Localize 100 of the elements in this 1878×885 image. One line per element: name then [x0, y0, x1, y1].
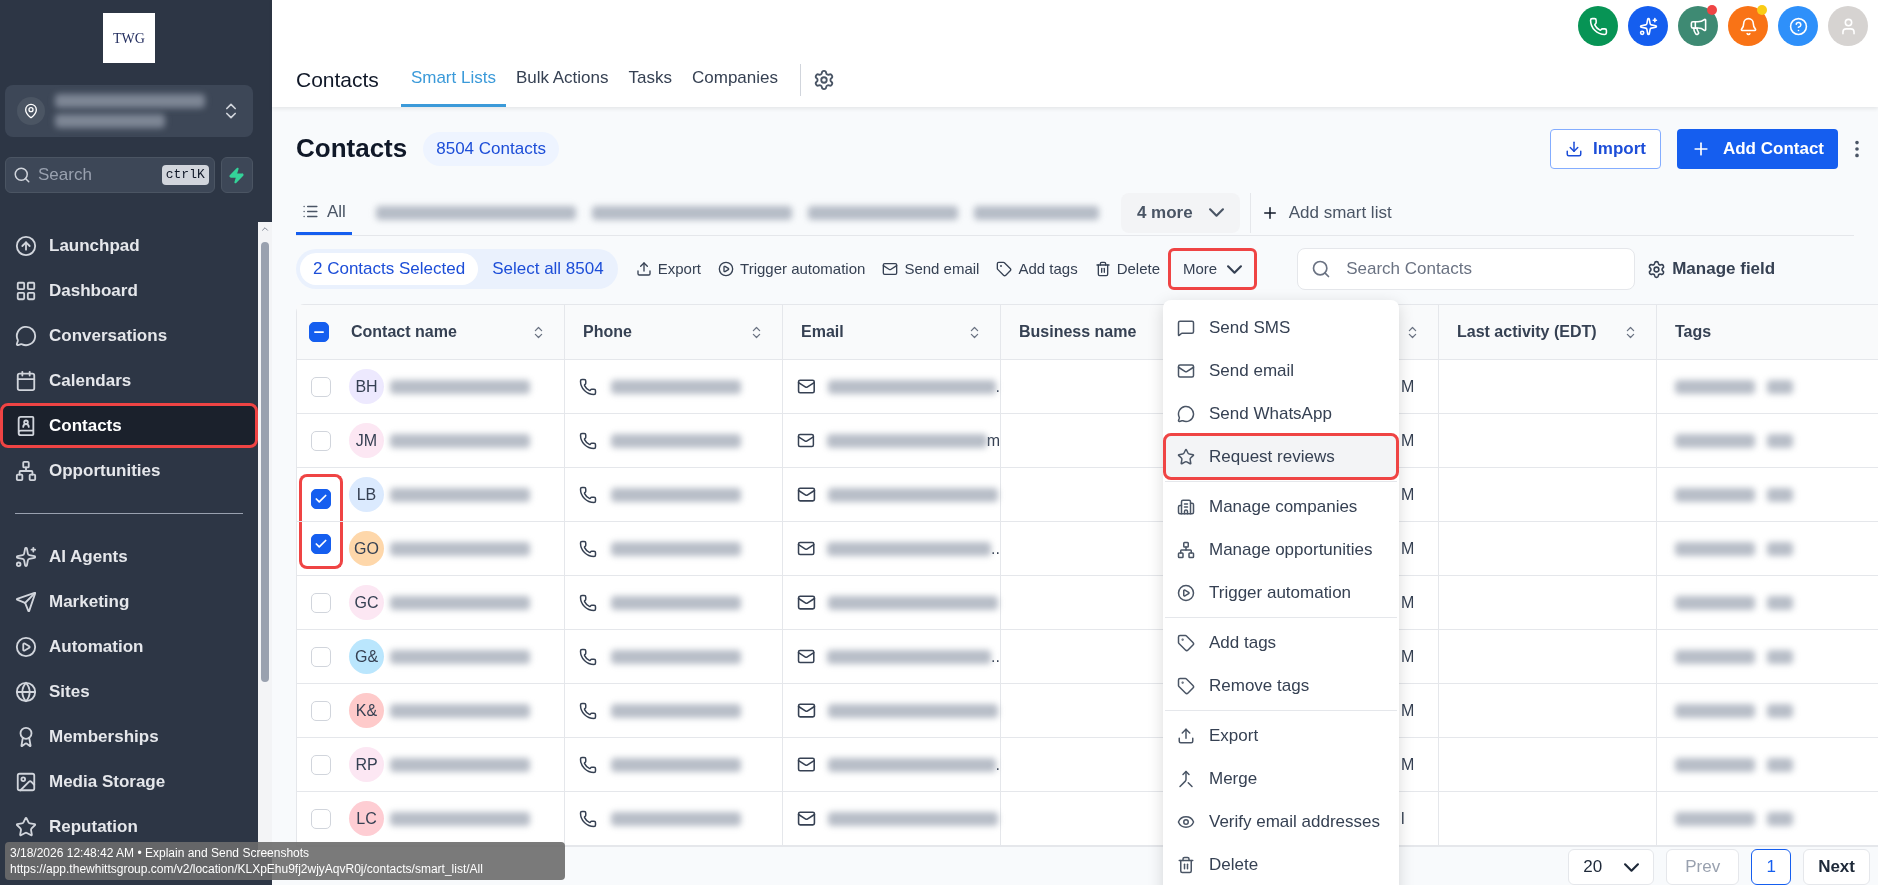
- star-icon: [1177, 447, 1195, 466]
- phone-icon: [579, 755, 597, 774]
- scroll-up-icon[interactable]: [260, 224, 270, 234]
- nav-item[interactable]: Media Storage: [0, 759, 258, 804]
- tag-icon: [996, 261, 1013, 277]
- address-book-icon: [15, 414, 37, 437]
- column-header[interactable]: Phone: [583, 320, 632, 344]
- chat-bubble-icon: [15, 324, 37, 347]
- menu-item[interactable]: Add tags: [1165, 621, 1397, 664]
- phone-icon: [579, 539, 597, 558]
- nav-item[interactable]: Marketing: [0, 579, 258, 624]
- select-all-link[interactable]: Select all 8504: [492, 256, 604, 282]
- add-smart-list-button[interactable]: Add smart list: [1260, 200, 1392, 226]
- blurred-tag: [1767, 433, 1793, 448]
- nav-item[interactable]: Sites: [0, 669, 258, 714]
- table-cell-text: M: [1401, 592, 1415, 613]
- header-icon-button[interactable]: [1628, 6, 1668, 46]
- nav-item[interactable]: Automation: [0, 624, 258, 669]
- header-icon-button[interactable]: [1778, 6, 1818, 46]
- nav-item[interactable]: Opportunities: [0, 448, 258, 493]
- menu-item[interactable]: Merge: [1165, 757, 1397, 800]
- column-header[interactable]: Tags: [1675, 320, 1712, 344]
- trash-icon: [1177, 855, 1195, 874]
- module-title: Contacts: [296, 66, 379, 93]
- network-icon: [15, 459, 37, 482]
- menu-item[interactable]: Send WhatsApp: [1165, 392, 1397, 435]
- chat-bubble-icon: [1177, 404, 1195, 423]
- nav-item[interactable]: Conversations: [0, 313, 258, 358]
- nav-item[interactable]: Calendars: [0, 358, 258, 403]
- message-icon: [1177, 318, 1195, 337]
- nav-item[interactable]: Memberships: [0, 714, 258, 759]
- module-tab[interactable]: Companies: [682, 52, 788, 107]
- menu-item[interactable]: Request reviews: [1165, 435, 1397, 478]
- bell-icon: [1738, 16, 1758, 36]
- nav-item[interactable]: Dashboard: [0, 268, 258, 313]
- import-button[interactable]: Import: [1550, 128, 1661, 169]
- add-contact-button[interactable]: Add Contact: [1676, 128, 1838, 169]
- bulk-action-button[interactable]: Delete: [1094, 257, 1160, 281]
- settings-icon[interactable]: [813, 68, 835, 91]
- menu-item[interactable]: Send SMS: [1165, 306, 1397, 349]
- mail-icon: [797, 809, 816, 828]
- upload-icon: [635, 261, 652, 277]
- sparkle-icon: [1638, 16, 1658, 36]
- bulk-action-button[interactable]: Export: [635, 257, 702, 281]
- phone-icon: [579, 377, 597, 396]
- grid-icon: [15, 279, 37, 302]
- menu-item[interactable]: Send email: [1165, 349, 1397, 392]
- select-all-checkbox[interactable]: [309, 322, 329, 342]
- more-lists-button[interactable]: 4 more: [1120, 192, 1240, 233]
- launch-icon: [15, 234, 37, 257]
- menu-item[interactable]: Remove tags: [1165, 664, 1397, 707]
- tag-icon: [1177, 633, 1195, 652]
- header-icon-button[interactable]: [1578, 6, 1618, 46]
- quick-action-button[interactable]: [220, 157, 253, 193]
- calendar-icon: [15, 369, 37, 392]
- mail-icon: [797, 539, 816, 558]
- phone-icon: [1588, 16, 1608, 36]
- account-switcher[interactable]: [5, 85, 253, 137]
- phone-icon: [579, 809, 597, 828]
- search-icon: [13, 166, 31, 184]
- menu-item[interactable]: Manage companies: [1165, 485, 1397, 528]
- page-button[interactable]: 1: [1751, 849, 1792, 885]
- column-header[interactable]: Last activity (EDT): [1457, 320, 1597, 344]
- smart-list-tab[interactable]: All: [296, 190, 352, 235]
- contacts-search-field[interactable]: Search Contacts: [1297, 248, 1636, 290]
- mail-icon: [1177, 361, 1195, 380]
- table-cell-text: M: [1401, 538, 1415, 559]
- module-tab[interactable]: Bulk Actions: [505, 52, 619, 107]
- menu-item[interactable]: Export: [1165, 714, 1397, 757]
- page-size-select[interactable]: 20: [1568, 849, 1655, 885]
- header-icon-button[interactable]: [1678, 6, 1718, 46]
- manage-fields-button[interactable]: Manage field: [1647, 256, 1776, 282]
- table-cell-text: M: [1401, 754, 1415, 775]
- column-header[interactable]: Business name: [1019, 320, 1137, 344]
- header-icon-button[interactable]: [1728, 6, 1768, 46]
- module-tab[interactable]: Tasks: [618, 52, 682, 107]
- nav-item[interactable]: Launchpad: [0, 223, 258, 268]
- sparkle-icon: [15, 545, 37, 568]
- mail-icon: [797, 593, 816, 612]
- bulk-action-button[interactable]: Add tags: [996, 257, 1078, 281]
- bulk-action-button[interactable]: Trigger automation: [718, 257, 866, 281]
- mail-icon: [797, 701, 816, 720]
- column-header[interactable]: Contact name: [351, 320, 457, 344]
- phone-icon: [579, 647, 597, 666]
- nav-item[interactable]: AI Agents: [0, 534, 258, 579]
- menu-item[interactable]: Verify email addresses: [1165, 800, 1397, 843]
- column-header[interactable]: Email: [801, 320, 844, 344]
- nav-item[interactable]: Contacts: [0, 403, 258, 448]
- blurred-tag: [1767, 757, 1793, 772]
- menu-item[interactable]: Manage opportunities: [1165, 528, 1397, 571]
- avatar-initials: K&: [349, 693, 384, 728]
- row-checkbox[interactable]: [311, 489, 331, 509]
- bulk-action-button[interactable]: Send email: [882, 257, 980, 281]
- more-button[interactable]: More: [1168, 248, 1258, 290]
- blurred-tag: [1767, 703, 1793, 718]
- star-icon: [15, 815, 37, 838]
- menu-item[interactable]: Delete: [1165, 843, 1397, 885]
- row-checkbox[interactable]: [311, 534, 331, 554]
- menu-item[interactable]: Trigger automation: [1165, 571, 1397, 614]
- next-button[interactable]: Next: [1803, 849, 1870, 885]
